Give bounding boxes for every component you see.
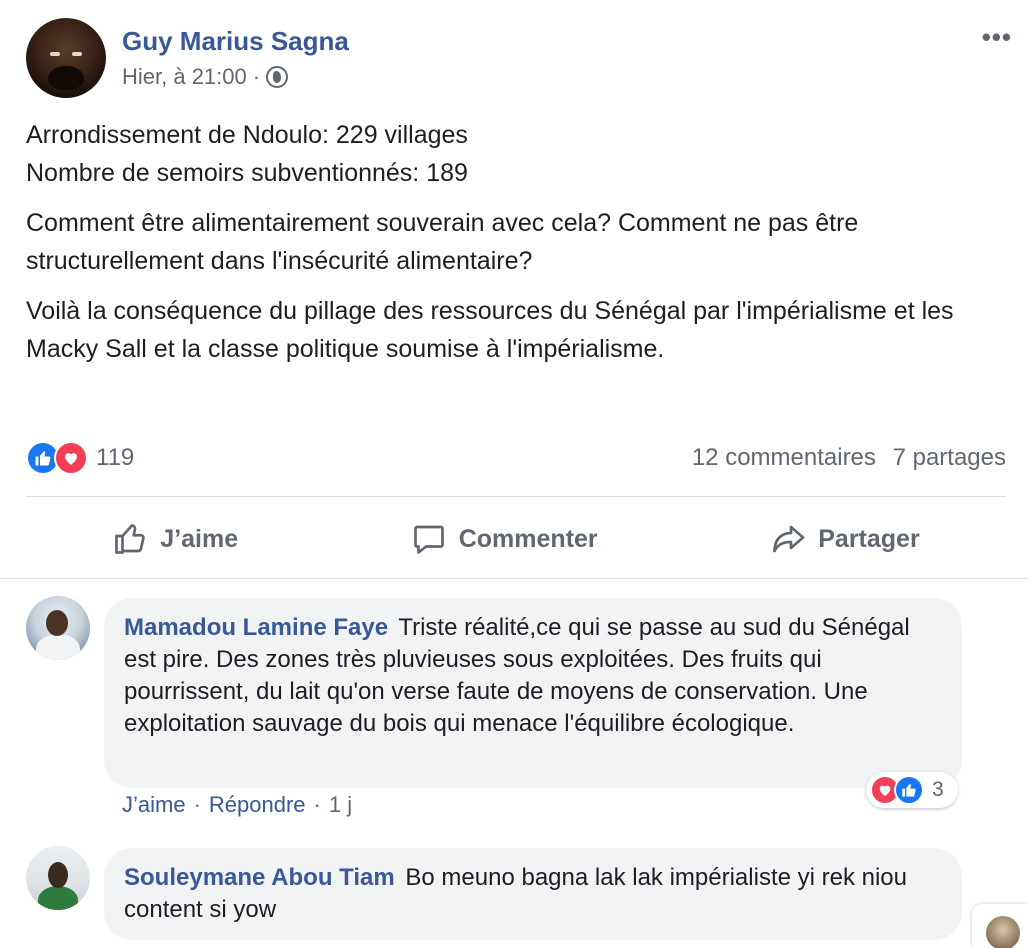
comments-divider [0,578,1028,579]
globe-icon[interactable] [266,66,289,88]
avatar-beard [48,66,84,90]
post-counts-bar: 119 12 commentaires 7 partages [26,438,1006,478]
comment-button-label: Commenter [458,524,598,553]
chat-head-avatar [986,916,1020,948]
post-author-name[interactable]: Guy Marius Sagna [122,26,349,57]
meta-separator: · [252,64,261,89]
thumbs-up-icon [115,524,146,554]
post-actions: J’aime Commenter Partager [26,508,1006,570]
like-reaction-icon [894,775,924,805]
comment-reactions-1[interactable]: 3 [866,772,958,808]
post-line-2: Nombre de semoirs subventionnés: 189 [26,159,468,187]
commenter-avatar-1[interactable] [26,596,90,660]
post-paragraph-1: Arrondissement de Ndoulo: 229 villages N… [26,116,1006,192]
avatar-robe [36,634,80,660]
comment-like-link[interactable]: J’aime [122,792,186,818]
post-body: Arrondissement de Ndoulo: 229 villages N… [26,116,1006,380]
comment-time[interactable]: 1 j [329,792,352,818]
shares-count-link[interactable]: 7 partages [893,444,1006,471]
like-button[interactable]: J’aime [112,521,238,557]
more-icon[interactable]: ••• [982,22,1012,53]
avatar-face [48,862,68,888]
actions-divider-top [26,496,1006,497]
comment-icon [413,525,444,554]
post-card: Guy Marius Sagna Hier, à 21:00 · ••• Arr… [0,0,1028,578]
post-paragraph-2: Comment être alimentairement souverain a… [26,209,859,275]
post-timestamp[interactable]: Hier, à 21:00 [122,64,247,90]
comment-actions-1: J’aime · Répondre · 1 j [122,792,352,818]
comment-reply-link[interactable]: Répondre [209,792,306,818]
avatar-eye-right [72,52,82,56]
comment-action-separator: · [193,792,201,817]
share-button[interactable]: Partager [770,521,920,557]
comment-button[interactable]: Commenter [411,521,598,557]
avatar-face [46,610,68,636]
post-meta: Hier, à 21:00 · [122,64,289,90]
avatar-eye-left [50,52,60,56]
comment-bubble-2: Souleymane Abou Tiam Bo meuno bagna lak … [104,848,962,940]
chat-head-chip[interactable] [972,904,1028,948]
commenter-name-2[interactable]: Souleymane Abou Tiam [124,864,395,891]
comment-bubble-1: Mamadou Lamine Faye Triste réalité,ce qu… [104,598,962,788]
author-avatar[interactable] [26,18,106,98]
reactions-summary[interactable]: 119 [26,441,134,475]
avatar-shirt [38,886,78,910]
share-icon [773,525,805,553]
commenter-name-1[interactable]: Mamadou Lamine Faye [124,614,388,641]
post-line-1: Arrondissement de Ndoulo: 229 villages [26,121,468,149]
post-paragraph-3: Voilà la conséquence du pillage des ress… [26,297,954,363]
comment-reaction-count-1: 3 [932,778,944,801]
like-button-label: J’aime [160,524,239,553]
counts-right: 12 commentaires 7 partages [682,444,1006,472]
love-reaction-icon [54,441,88,475]
comment-action-separator: · [313,792,321,817]
comments-count-link[interactable]: 12 commentaires [692,444,876,471]
reaction-count: 119 [96,444,135,471]
commenter-avatar-2[interactable] [26,846,90,910]
share-button-label: Partager [818,524,920,553]
